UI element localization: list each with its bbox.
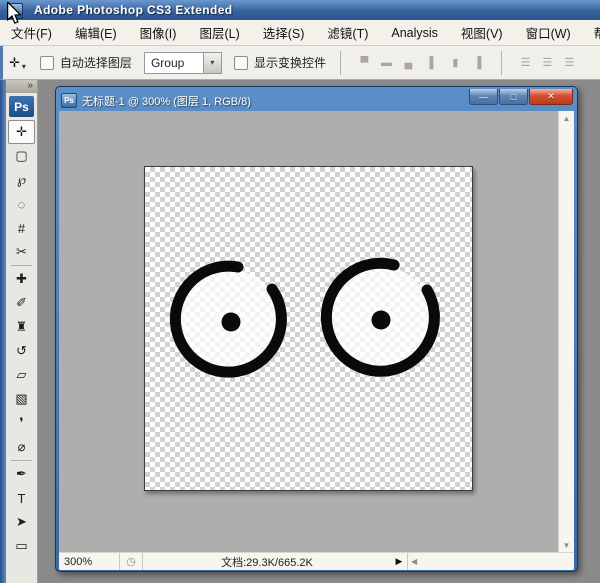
lasso-tool[interactable]: ℘ [8, 168, 35, 192]
menu-view[interactable]: 视图(V) [458, 21, 506, 44]
scroll-down-icon[interactable]: ▼ [563, 541, 571, 550]
healing-brush-tool[interactable]: ✚ [8, 267, 35, 291]
mouse-cursor-icon [6, 2, 22, 25]
maximize-button[interactable]: □ [499, 89, 528, 105]
menu-window[interactable]: 窗口(W) [523, 21, 574, 44]
distribute-top-edges-button[interactable]: ☰ [516, 53, 535, 72]
chevron-down-icon: ▾ [22, 62, 26, 71]
menu-bar: 文件(F) 编辑(E) 图像(I) 图层(L) 选择(S) 滤镜(T) Anal… [0, 20, 600, 46]
tool-separator [11, 265, 32, 266]
brush-tool[interactable]: ✐ [8, 291, 35, 315]
gradient-tool[interactable]: ▧ [8, 387, 35, 411]
rectangle-tool[interactable]: ▭ [8, 534, 35, 558]
align-left-edges-button[interactable]: ▌ [424, 53, 443, 72]
move-tool-icon: ✛ [9, 55, 20, 71]
align-horizontal-centers-button[interactable]: ▮ [446, 53, 465, 72]
chevron-down-icon: ▾ [210, 58, 214, 67]
menu-help[interactable]: 帮助(H) [591, 21, 600, 44]
clone-stamp-tool[interactable]: ♜ [8, 315, 35, 339]
tool-options-bar: ✛ ▾ 自动选择图层 Group ▾ 显示变换控件 ▀ ▬ ▄ ▌ ▮ ▐ ☰ … [0, 46, 600, 80]
scroll-up-icon[interactable]: ▲ [563, 114, 571, 123]
canvas[interactable] [144, 166, 473, 491]
close-icon: ✕ [547, 91, 555, 102]
dodge-tool[interactable]: ⌀ [8, 435, 35, 459]
close-button[interactable]: ✕ [529, 89, 573, 105]
align-bottom-edges-button[interactable]: ▄ [399, 53, 418, 72]
maximize-icon: □ [511, 92, 516, 102]
status-flyout-button[interactable]: ▶ [391, 553, 407, 570]
ps-logo: Ps [9, 96, 34, 117]
status-indicator-icon: ◷ [120, 553, 143, 570]
auto-select-layer-checkbox[interactable] [40, 56, 54, 70]
zoom-level-input[interactable] [59, 553, 120, 570]
path-selection-tool[interactable]: ➤ [8, 510, 35, 534]
marquee-tool[interactable]: ▢ [8, 144, 35, 168]
auto-select-layer-label: 自动选择图层 [60, 54, 132, 71]
show-transform-controls-checkbox[interactable] [234, 56, 248, 70]
crop-tool[interactable]: # [8, 216, 35, 240]
eraser-tool[interactable]: ▱ [8, 363, 35, 387]
vertical-scrollbar[interactable]: ▲ ▼ [558, 111, 574, 553]
group-select-arrow-button[interactable]: ▾ [203, 53, 221, 73]
artwork-two-eyes [145, 167, 472, 490]
document-size-info: 文档:29.3K/665.2K [143, 553, 391, 570]
distribute-bottom-edges-button[interactable]: ☰ [560, 53, 579, 72]
options-separator [340, 51, 341, 75]
align-right-edges-button[interactable]: ▐ [468, 53, 487, 72]
workspace: » Ps ✛ ▢ ℘ ◌ # ✂ ✚ ✐ ♜ ↺ ▱ ▧ ❜ ⌀ ✒ T ➤ ▭… [0, 80, 600, 583]
minimize-button[interactable]: — [469, 89, 498, 105]
tools-panel-header[interactable]: » [6, 80, 37, 93]
type-tool[interactable]: T [8, 486, 35, 510]
history-brush-tool[interactable]: ↺ [8, 339, 35, 363]
document-title: 无标题-1 @ 300% (图层 1, RGB/8) [82, 93, 251, 109]
flyout-arrow-icon: ▶ [396, 556, 403, 567]
menu-select[interactable]: 选择(S) [260, 21, 308, 44]
document-icon: Ps [61, 93, 77, 108]
move-tool[interactable]: ✛ [8, 120, 35, 144]
group-select[interactable]: Group ▾ [144, 52, 222, 74]
menu-edit[interactable]: 编辑(E) [72, 21, 120, 44]
blur-tool[interactable]: ❜ [8, 411, 35, 435]
tools-panel: » Ps ✛ ▢ ℘ ◌ # ✂ ✚ ✐ ♜ ↺ ▱ ▧ ❜ ⌀ ✒ T ➤ ▭ [6, 80, 38, 583]
horizontal-scrollbar[interactable]: ◀ [407, 553, 574, 570]
document-viewport: ▲ ▼ ◷ 文档:29.3K/665.2K ▶ ◀ [59, 111, 574, 570]
align-top-edges-button[interactable]: ▀ [355, 53, 374, 72]
quick-selection-tool[interactable]: ◌ [8, 192, 35, 216]
menu-layer[interactable]: 图层(L) [196, 21, 242, 44]
document-titlebar[interactable]: Ps 无标题-1 @ 300% (图层 1, RGB/8) — □ ✕ [59, 90, 574, 111]
app-title: Adobe Photoshop CS3 Extended [34, 3, 233, 17]
status-bar: ◷ 文档:29.3K/665.2K ▶ ◀ [59, 552, 574, 570]
distribute-vertical-centers-button[interactable]: ☰ [538, 53, 557, 72]
current-tool-button[interactable]: ✛ ▾ [9, 55, 26, 71]
tool-separator [11, 460, 32, 461]
app-titlebar: Adobe Photoshop CS3 Extended [0, 0, 600, 20]
show-transform-controls-label: 显示变换控件 [254, 54, 326, 71]
slice-tool[interactable]: ✂ [8, 240, 35, 264]
menu-filter[interactable]: 滤镜(T) [324, 21, 371, 44]
scroll-left-icon[interactable]: ◀ [411, 557, 417, 566]
collapse-panel-icon: » [27, 80, 33, 91]
menu-analysis[interactable]: Analysis [388, 24, 441, 42]
minimize-icon: — [479, 92, 488, 102]
pen-tool[interactable]: ✒ [8, 462, 35, 486]
align-vertical-centers-button[interactable]: ▬ [377, 53, 396, 72]
menu-image[interactable]: 图像(I) [137, 21, 180, 44]
document-window: Ps 无标题-1 @ 300% (图层 1, RGB/8) — □ ✕ [55, 86, 578, 572]
options-separator [501, 51, 502, 75]
group-select-value: Group [145, 56, 203, 70]
